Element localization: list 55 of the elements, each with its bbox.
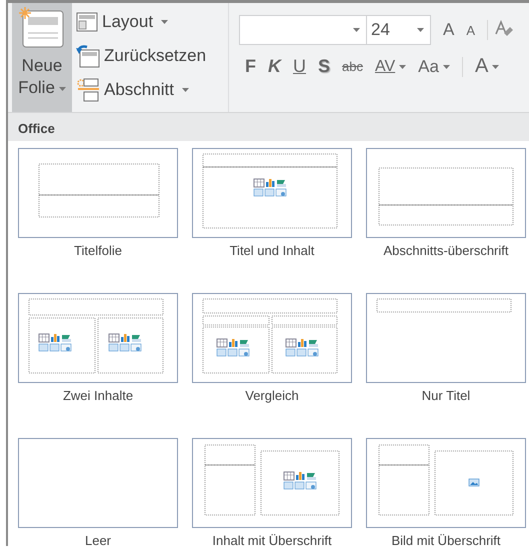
content-type-icon <box>284 472 316 490</box>
layout-icon <box>76 12 98 32</box>
bold-button[interactable]: F <box>239 56 262 77</box>
layout-thumbnail[interactable] <box>192 293 352 383</box>
section-button[interactable]: Abschnitt <box>76 75 222 105</box>
underline-button[interactable]: U <box>287 56 312 77</box>
layout-label: Bild mit Überschrift <box>390 532 502 549</box>
layout-label: Zwei Inhalte <box>62 387 134 405</box>
caret-icon <box>492 64 500 68</box>
layout-label: Nur Titel <box>420 387 472 405</box>
layout-thumbnail[interactable] <box>366 293 526 383</box>
font-size-value: 24 <box>371 20 390 40</box>
grow-font-button[interactable]: A <box>437 20 460 40</box>
caret-icon <box>399 64 406 68</box>
layout-label: Abschnitts-überschrift <box>382 242 510 260</box>
reset-button[interactable]: Zurücksetzen <box>76 41 222 71</box>
layout-thumbnail[interactable] <box>18 438 178 528</box>
layout-label: Titelfolie <box>73 242 123 260</box>
new-slide-icon <box>19 7 65 49</box>
caret-icon <box>353 28 360 32</box>
content-type-icon <box>108 334 142 352</box>
layout-thumbnail[interactable] <box>18 148 178 238</box>
new-slide-button[interactable]: Neue Folie <box>12 3 72 112</box>
gallery-heading: Office <box>8 113 529 141</box>
layout-button[interactable]: Layout <box>76 7 222 37</box>
caret-icon <box>182 88 189 92</box>
shadow-button[interactable]: S <box>312 56 336 77</box>
layout-label: Leer <box>84 532 112 549</box>
layout-thumbnail[interactable] <box>366 148 526 238</box>
shrink-font-button[interactable]: A <box>460 22 482 38</box>
caret-icon <box>417 28 424 32</box>
content-type-icon <box>216 338 250 356</box>
color-button[interactable]: A <box>468 55 506 78</box>
font-name-field[interactable] <box>239 15 367 45</box>
case-button[interactable]: Aa <box>412 56 456 76</box>
layout-thumbnail[interactable] <box>192 148 352 238</box>
picture-icon <box>468 478 480 486</box>
content-type-icon <box>286 338 318 356</box>
layout-label: Inhalt mit Überschrift <box>211 532 333 549</box>
layout-thumbnail[interactable] <box>18 293 178 383</box>
caret-icon <box>442 64 450 68</box>
layout-label: Titel und Inhalt <box>228 242 316 260</box>
layout-label: Vergleich <box>244 387 300 405</box>
content-type-icon <box>254 178 286 196</box>
layout-thumbnail[interactable] <box>366 438 526 528</box>
italic-button[interactable]: K <box>262 56 287 77</box>
layout-thumbnail[interactable] <box>192 438 352 528</box>
content-type-icon <box>38 334 72 352</box>
spacing-button[interactable]: AV <box>368 58 412 76</box>
caret-icon <box>58 86 66 91</box>
section-icon <box>76 78 100 102</box>
reset-icon <box>76 44 100 68</box>
caret-icon <box>161 20 168 24</box>
font-size-field[interactable]: 24 <box>367 15 431 45</box>
strike-button[interactable]: abc <box>336 59 369 74</box>
